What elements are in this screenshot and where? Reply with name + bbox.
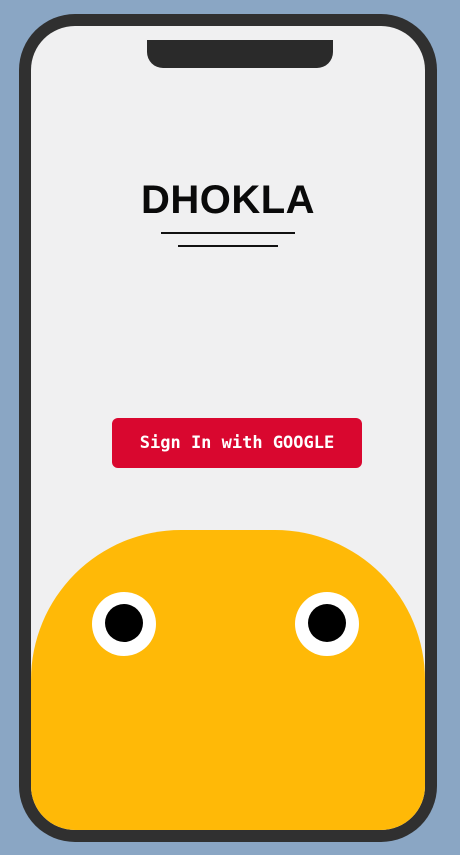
- app-screen: DHOKLA Sign In with GOOGLE: [31, 26, 425, 830]
- mascot-right-eye: [295, 592, 359, 656]
- google-signin-button[interactable]: Sign In with GOOGLE: [112, 418, 362, 468]
- app-title: DHOKLA: [140, 178, 316, 222]
- phone-frame: DHOKLA Sign In with GOOGLE: [19, 14, 437, 842]
- mascot-left-pupil: [105, 604, 143, 642]
- mascot-blob: [31, 530, 425, 830]
- phone-notch: [147, 40, 333, 68]
- mascot-right-pupil: [308, 604, 346, 642]
- mascot-left-eye: [92, 592, 156, 656]
- title-underline-bottom: [178, 245, 278, 247]
- title-underline-top: [161, 232, 295, 234]
